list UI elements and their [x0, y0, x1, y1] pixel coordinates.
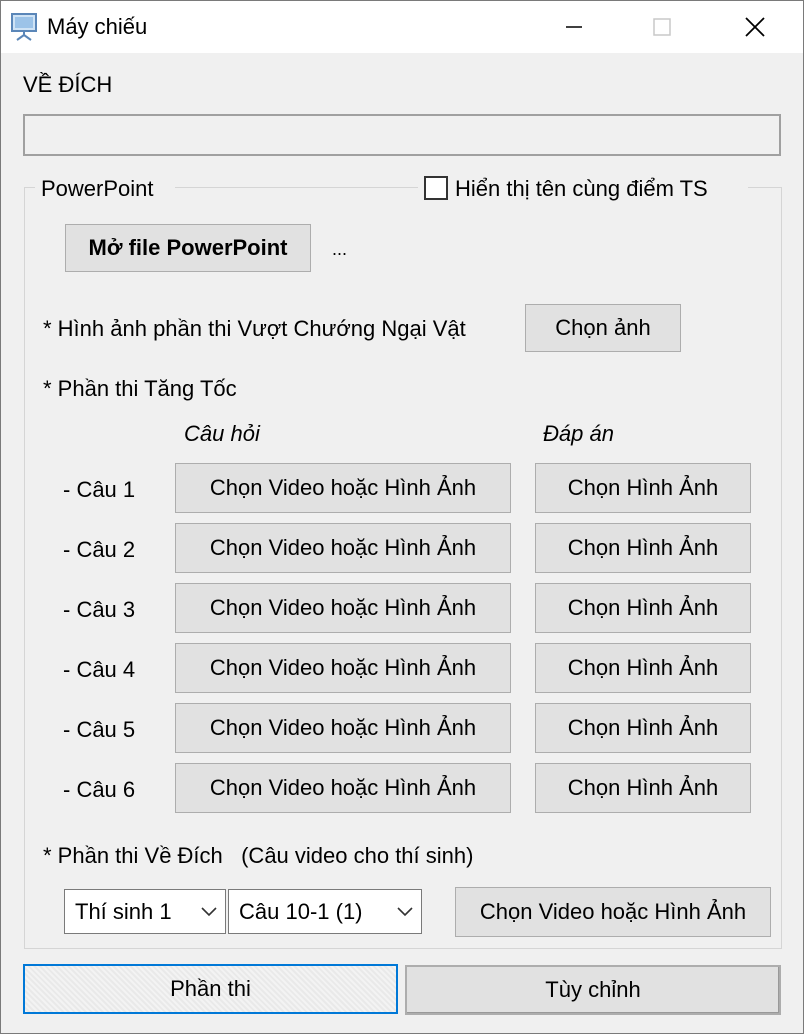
question-row-label: - Câu 1 [63, 477, 136, 502]
maximize-button[interactable] [632, 1, 692, 53]
show-names-label[interactable]: Hiển thị tên cùng điểm TS [455, 176, 708, 202]
choose-image-button[interactable]: Chọn ảnh [525, 304, 681, 352]
chevron-down-icon [397, 906, 413, 916]
question-3-video-button[interactable]: Chọn Video hoặc Hình Ảnh [175, 583, 511, 633]
question-row-label: - Câu 2 [63, 537, 136, 562]
header-label: VỀ ĐÍCH [23, 72, 113, 97]
answer-2-image-button[interactable]: Chọn Hình Ảnh [535, 523, 751, 573]
vcnv-label: * Hình ảnh phần thi Vượt Chướng Ngại Vật [43, 316, 466, 341]
question-column-header: Câu hỏi [184, 421, 260, 446]
window: Máy chiếu VỀ ĐÍCH PowerPoint Hiển thị tê… [0, 0, 804, 1034]
open-powerpoint-button[interactable]: Mở file PowerPoint [65, 224, 311, 272]
vedich-label: * Phần thi Về Đích (Câu video cho thí si… [43, 843, 474, 868]
answer-6-image-button[interactable]: Chọn Hình Ảnh [535, 763, 751, 813]
path-field[interactable] [23, 114, 781, 156]
answer-4-image-button[interactable]: Chọn Hình Ảnh [535, 643, 751, 693]
question-2-video-button[interactable]: Chọn Video hoặc Hình Ảnh [175, 523, 511, 573]
minimize-icon [566, 26, 582, 28]
contestant-select[interactable]: Thí sinh 1 [64, 889, 226, 934]
contestant-select-value: Thí sinh 1 [75, 898, 172, 924]
group-label: PowerPoint [41, 176, 154, 201]
projector-icon [11, 13, 37, 41]
answer-column-header: Đáp án [543, 421, 614, 446]
show-names-checkbox[interactable] [424, 176, 448, 200]
question-row-label: - Câu 3 [63, 597, 136, 622]
question-6-video-button[interactable]: Chọn Video hoặc Hình Ảnh [175, 763, 511, 813]
chevron-down-icon [201, 906, 217, 916]
question-select-value: Câu 10-1 (1) [239, 898, 363, 924]
tangtoc-label: * Phần thi Tăng Tốc [43, 376, 237, 401]
close-button[interactable] [725, 1, 785, 53]
question-4-video-button[interactable]: Chọn Video hoặc Hình Ảnh [175, 643, 511, 693]
file-name-label: ... [332, 239, 348, 259]
question-row-label: - Câu 5 [63, 717, 136, 742]
close-icon [745, 17, 765, 37]
answer-1-image-button[interactable]: Chọn Hình Ảnh [535, 463, 751, 513]
minimize-button[interactable] [544, 1, 604, 53]
question-row-label: - Câu 6 [63, 777, 136, 802]
tab-tuy-chinh[interactable]: Tùy chỉnh [405, 965, 781, 1015]
window-title: Máy chiếu [47, 14, 148, 39]
question-select[interactable]: Câu 10-1 (1) [228, 889, 422, 934]
question-1-video-button[interactable]: Chọn Video hoặc Hình Ảnh [175, 463, 511, 513]
question-5-video-button[interactable]: Chọn Video hoặc Hình Ảnh [175, 703, 511, 753]
tab-phan-thi[interactable]: Phần thi [23, 964, 398, 1014]
maximize-icon [653, 18, 671, 36]
answer-3-image-button[interactable]: Chọn Hình Ảnh [535, 583, 751, 633]
vedich-video-button[interactable]: Chọn Video hoặc Hình Ảnh [455, 887, 771, 937]
question-row-label: - Câu 4 [63, 657, 136, 682]
title-bar[interactable]: Máy chiếu [1, 1, 803, 53]
answer-5-image-button[interactable]: Chọn Hình Ảnh [535, 703, 751, 753]
